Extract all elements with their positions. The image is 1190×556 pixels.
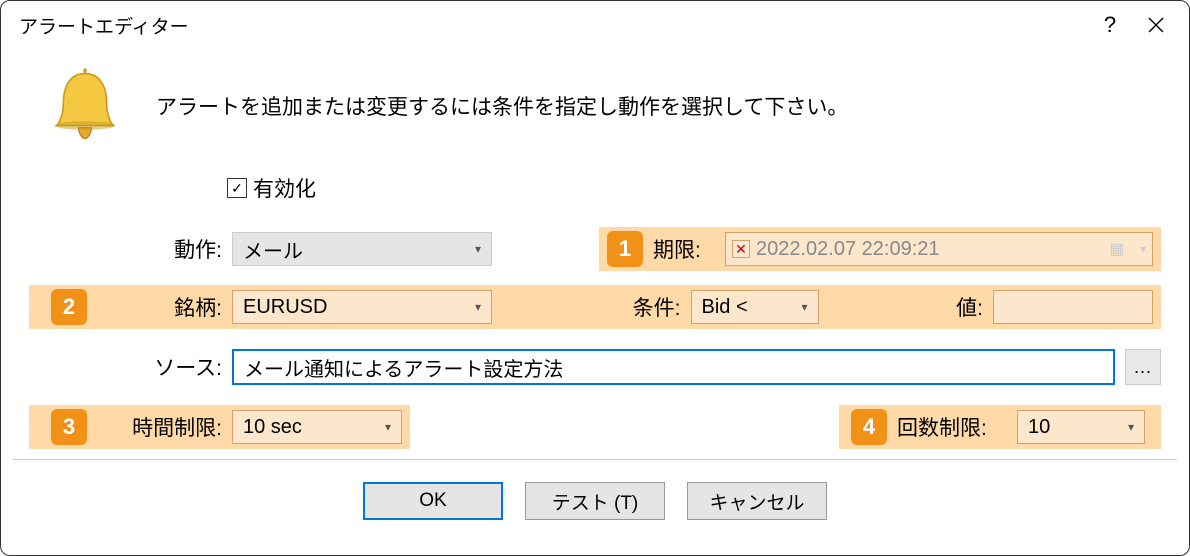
row-symbol-cond-value: 2 銘柄: EURUSD ▾ 条件: Bid < ▾ 値: (29, 285, 1161, 329)
badge-2: 2 (51, 289, 87, 325)
symbol-dropdown[interactable]: EURUSD ▾ (232, 290, 492, 324)
cancel-button[interactable]: キャンセル (687, 482, 827, 520)
badge-3: 3 (51, 409, 87, 445)
expiration-label: 期限: (653, 234, 725, 264)
help-button[interactable]: ? (1087, 9, 1133, 41)
timeout-value: 10 sec (243, 416, 302, 439)
value-input[interactable] (993, 290, 1153, 324)
action-value: メール (243, 235, 303, 264)
timeout-label: 時間制限: (109, 412, 222, 442)
calendar-icon: ▦ (1106, 239, 1128, 259)
value-label: 値: (941, 292, 983, 322)
chevron-down-icon: ▾ (475, 300, 481, 314)
enable-checkbox-row: ✓ 有効化 (227, 173, 1161, 203)
bell-icon (49, 67, 121, 145)
max-iter-label: 回数制限: (897, 412, 1007, 442)
max-iter-dropdown[interactable]: 10 ▾ (1017, 410, 1145, 444)
row-limits: 3 時間制限: 10 sec ▾ 4 回数制限: 10 ▾ (29, 405, 1161, 449)
condition-value: Bid < (702, 296, 748, 319)
badge-1: 1 (607, 231, 643, 267)
timeout-dropdown[interactable]: 10 sec ▾ (232, 410, 402, 444)
expiration-disabled-icon: ✕ (732, 240, 750, 258)
chevron-down-icon: ▾ (475, 242, 481, 256)
condition-dropdown[interactable]: Bid < ▾ (691, 290, 819, 324)
chevron-down-icon: ▾ (385, 420, 391, 434)
close-button[interactable] (1133, 9, 1179, 41)
max-iter-value: 10 (1028, 416, 1050, 439)
separator (13, 459, 1177, 460)
symbol-label: 銘柄: (109, 292, 222, 322)
instructions-text: アラートを追加または変更するには条件を指定し動作を選択して下さい。 (156, 91, 848, 121)
test-button[interactable]: テスト (T) (525, 482, 665, 520)
ok-button[interactable]: OK (363, 482, 503, 520)
source-browse-button[interactable]: ... (1125, 349, 1161, 385)
condition-label: 条件: (615, 292, 681, 322)
enable-label: 有効化 (253, 173, 316, 203)
close-icon (1147, 16, 1165, 34)
symbol-value: EURUSD (243, 296, 327, 319)
titlebar: アラートエディター ? (1, 1, 1189, 47)
button-row: OK テスト (T) キャンセル (1, 482, 1189, 520)
action-label: 動作: (109, 234, 222, 264)
window-title: アラートエディター (19, 12, 1087, 39)
enable-checkbox[interactable]: ✓ (227, 178, 247, 198)
action-dropdown[interactable]: メール ▾ (232, 232, 492, 266)
expiration-field[interactable]: ✕ 2022.02.07 22:09:21 ▦ ▾ (725, 232, 1153, 266)
chevron-down-icon: ▾ (801, 300, 807, 314)
row-source: ソース: ... (29, 345, 1161, 389)
expiration-value: 2022.02.07 22:09:21 (756, 238, 940, 261)
source-input[interactable] (232, 349, 1115, 385)
chevron-down-icon: ▾ (1140, 242, 1146, 256)
row-action-expiration: 動作: メール ▾ 1 期限: ✕ 2022.02.07 22:09:21 ▦ … (29, 227, 1161, 271)
badge-4: 4 (851, 409, 887, 445)
chevron-down-icon: ▾ (1128, 420, 1134, 434)
source-label: ソース: (109, 352, 222, 382)
